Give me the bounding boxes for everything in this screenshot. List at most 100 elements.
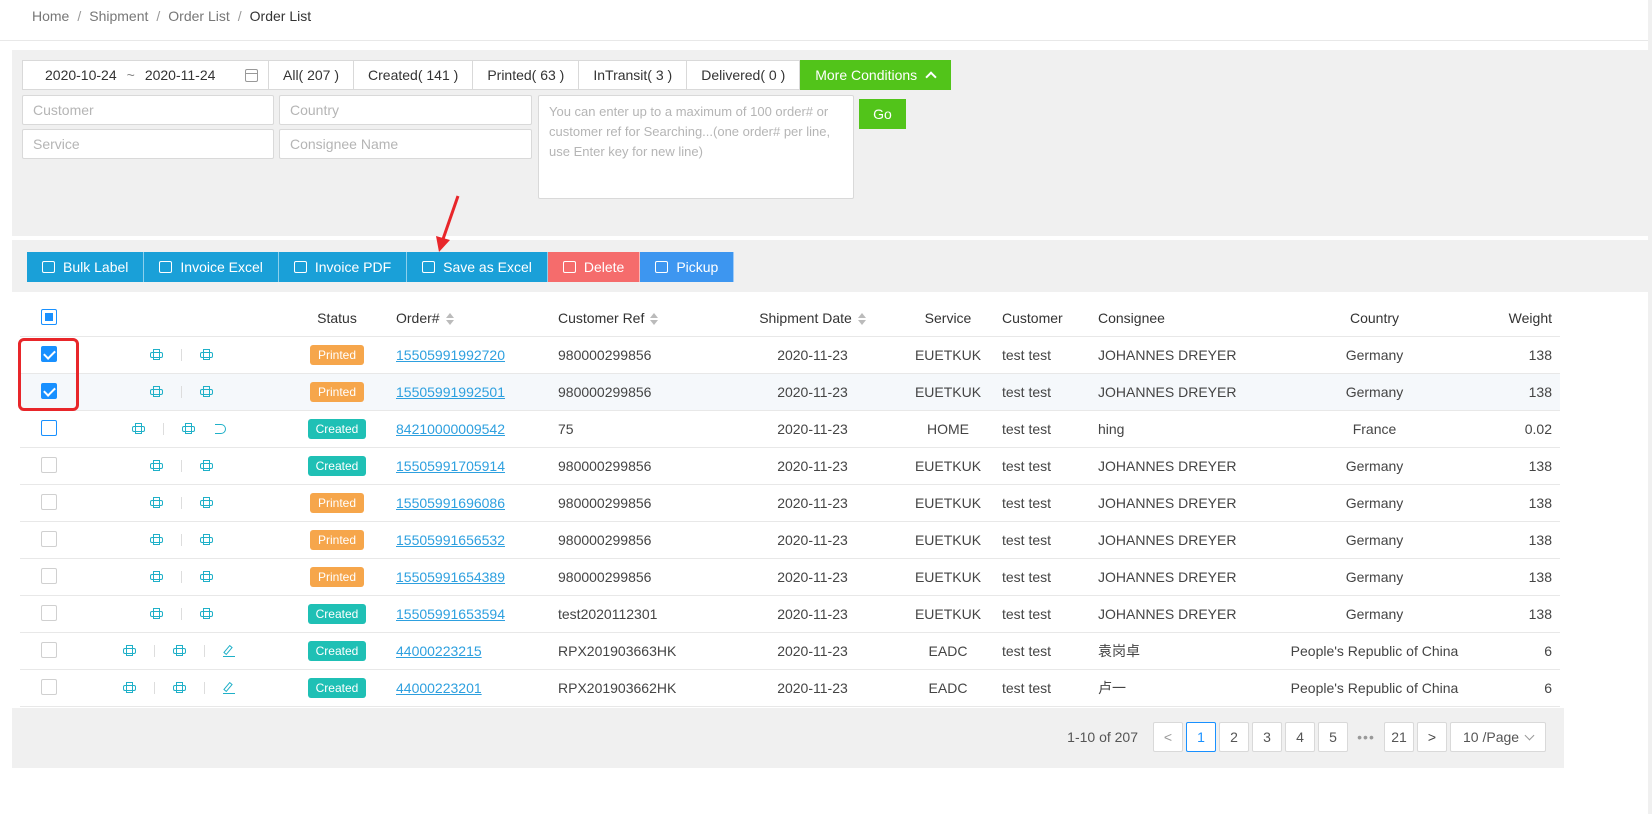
print-invoice-icon[interactable] (200, 497, 213, 509)
bulk-label-button[interactable]: Bulk Label (27, 252, 145, 282)
select-all-checkbox[interactable] (41, 308, 57, 328)
country-input[interactable] (279, 95, 532, 125)
print-invoice-icon[interactable] (200, 349, 213, 361)
invoice-pdf-button[interactable]: Invoice PDF (278, 252, 408, 282)
print-label-icon[interactable] (150, 460, 163, 472)
order-number-link[interactable]: 44000223201 (396, 680, 482, 696)
table-row[interactable]: Printed 15505991654389 980000299856 2020-11… (20, 559, 1560, 596)
breadcrumb-home[interactable]: Home (32, 8, 69, 26)
print-label-icon[interactable] (123, 645, 136, 657)
row-checkbox[interactable] (41, 345, 57, 365)
page-4-button[interactable]: 4 (1285, 722, 1315, 752)
service-input[interactable] (22, 129, 274, 159)
customer-ref-cell: RPX201903663HK (558, 643, 677, 659)
row-checkbox[interactable] (41, 382, 57, 402)
icon-divider (181, 534, 182, 546)
print-label-icon[interactable] (150, 534, 163, 546)
tab-intransit[interactable]: InTransit( 3 ) (579, 60, 688, 90)
more-conditions-button[interactable]: More Conditions (800, 60, 952, 90)
page-2-button[interactable]: 2 (1219, 722, 1249, 752)
order-number-link[interactable]: 44000223215 (396, 643, 482, 659)
print-label-icon[interactable] (123, 682, 136, 694)
order-number-link[interactable]: 15505991992501 (396, 384, 505, 400)
scrollbar-track[interactable] (1648, 0, 1652, 814)
save-as-excel-button[interactable]: Save as Excel (407, 252, 548, 282)
tab-all[interactable]: All( 207 ) (269, 60, 355, 90)
print-label-icon[interactable] (150, 608, 163, 620)
row-checkbox[interactable] (41, 419, 57, 439)
print-label-icon[interactable] (150, 386, 163, 398)
row-checkbox[interactable] (41, 530, 57, 550)
next-page-button[interactable]: > (1417, 722, 1447, 752)
consignee-name-input[interactable] (279, 129, 532, 159)
col-order[interactable]: Order# (396, 310, 454, 326)
row-checkbox[interactable] (41, 456, 57, 476)
row-checkbox[interactable] (41, 641, 57, 661)
col-customer-ref[interactable]: Customer Ref (558, 310, 659, 326)
prev-page-button[interactable]: < (1153, 722, 1183, 752)
row-checkbox[interactable] (41, 493, 57, 513)
page-5-button[interactable]: 5 (1318, 722, 1348, 752)
page-1-button[interactable]: 1 (1186, 722, 1216, 752)
order-number-link[interactable]: 15505991992720 (396, 347, 505, 363)
table-row[interactable]: Printed 15505991656532 980000299856 2020-11… (20, 522, 1560, 559)
go-button[interactable]: Go (859, 99, 906, 129)
breadcrumb-separator: / (156, 8, 161, 24)
page-last-button[interactable]: 21 (1384, 722, 1414, 752)
calendar-icon[interactable] (245, 69, 258, 82)
sort-icon[interactable] (857, 313, 866, 326)
breadcrumb-order-list[interactable]: Order List (168, 8, 229, 26)
row-checkbox[interactable] (41, 678, 57, 698)
weight-cell: 138 (1528, 606, 1552, 622)
order-number-link[interactable]: 15505991696086 (396, 495, 505, 511)
print-invoice-icon[interactable] (200, 571, 213, 583)
edit-icon[interactable] (223, 682, 235, 694)
table-row[interactable]: Created 15505991705914 980000299856 2020-11… (20, 448, 1560, 485)
table-row[interactable]: Created 15505991653594 test2020112301 2020-… (20, 596, 1560, 633)
order-number-link[interactable]: 15505991654389 (396, 569, 505, 585)
print-invoice-icon[interactable] (173, 682, 186, 694)
print-invoice-icon[interactable] (200, 386, 213, 398)
table-row[interactable]: Printed 15505991696086 980000299856 2020-11… (20, 485, 1560, 522)
table-row[interactable]: Printed 15505991992501 980000299856 2020-11… (20, 374, 1560, 411)
tab-created[interactable]: Created( 141 ) (354, 60, 474, 90)
undo-icon[interactable] (215, 424, 226, 434)
pagination-ellipsis[interactable]: ••• (1351, 729, 1381, 745)
row-checkbox[interactable] (41, 567, 57, 587)
sort-icon[interactable] (650, 313, 659, 326)
row-actions (120, 382, 213, 402)
page-3-button[interactable]: 3 (1252, 722, 1282, 752)
date-range-picker[interactable]: 2020-10-24 ~ 2020-11-24 (22, 60, 269, 90)
order-number-link[interactable]: 15505991653594 (396, 606, 505, 622)
col-shipment-date[interactable]: Shipment Date (750, 310, 875, 326)
print-label-icon[interactable] (150, 349, 163, 361)
print-invoice-icon[interactable] (173, 645, 186, 657)
print-invoice-icon[interactable] (182, 423, 195, 435)
print-label-icon[interactable] (132, 423, 145, 435)
order-search-textarea[interactable] (538, 95, 854, 199)
invoice-excel-button[interactable]: Invoice Excel (144, 252, 279, 282)
table-row[interactable]: Created 44000223215 RPX201903663HK 2020-11-… (20, 633, 1560, 670)
sort-icon[interactable] (445, 313, 454, 326)
breadcrumb-shipment[interactable]: Shipment (89, 8, 148, 26)
order-number-link[interactable]: 15505991705914 (396, 458, 505, 474)
page-size-select[interactable]: 10 /Page (1450, 722, 1546, 752)
service-cell: EUETKUK (914, 495, 982, 511)
print-label-icon[interactable] (150, 571, 163, 583)
print-invoice-icon[interactable] (200, 460, 213, 472)
order-number-link[interactable]: 15505991656532 (396, 532, 505, 548)
pickup-button[interactable]: Pickup (640, 252, 735, 282)
table-row[interactable]: Printed 15505991992720 980000299856 2020-11… (20, 337, 1560, 374)
order-number-link[interactable]: 84210000009542 (396, 421, 505, 437)
print-invoice-icon[interactable] (200, 608, 213, 620)
edit-icon[interactable] (223, 645, 235, 657)
table-row[interactable]: Created 44000223201 RPX201903662HK 2020-11-… (20, 670, 1560, 707)
delete-button[interactable]: Delete (547, 252, 641, 282)
tab-delivered[interactable]: Delivered( 0 ) (687, 60, 801, 90)
customer-input[interactable] (22, 95, 274, 125)
table-row[interactable]: Created 84210000009542 75 2020-11-23 HOME tes… (20, 411, 1560, 448)
print-invoice-icon[interactable] (200, 534, 213, 546)
print-label-icon[interactable] (150, 497, 163, 509)
tab-printed[interactable]: Printed( 63 ) (473, 60, 580, 90)
row-checkbox[interactable] (41, 604, 57, 624)
